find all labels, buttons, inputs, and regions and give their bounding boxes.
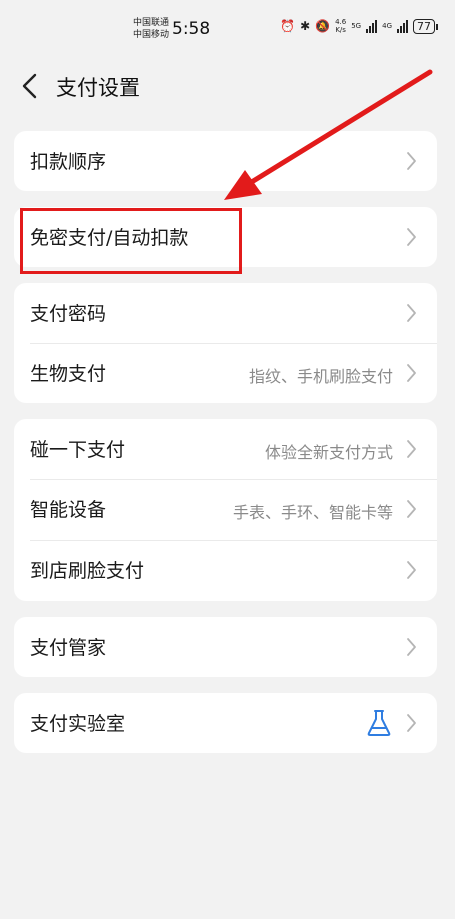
signal-icon	[366, 19, 378, 33]
alarm-icon: ⏰	[280, 19, 296, 33]
chevron-right-icon	[407, 714, 416, 732]
item-label: 扣款顺序	[30, 151, 107, 173]
payment-password-item[interactable]: 支付密码	[14, 283, 437, 343]
tap-to-pay-item[interactable]: 碰一下支付 体验全新支付方式	[14, 419, 437, 479]
chevron-right-icon	[407, 638, 416, 656]
bluetooth-icon: ✱	[300, 19, 311, 33]
network-5g: 5G	[351, 22, 362, 30]
signal-icon	[397, 19, 408, 33]
status-bar: 中国联通 中国移动 5:58 ⏰ ✱ 🔕 4.6 K/s 5G 4G 77	[0, 0, 455, 60]
item-label: 生物支付	[30, 363, 107, 385]
chevron-right-icon	[407, 440, 416, 458]
payment-butler-item[interactable]: 支付管家	[14, 617, 437, 677]
smart-devices-item[interactable]: 智能设备 手表、手环、智能卡等	[14, 479, 437, 540]
chevron-right-icon	[407, 561, 416, 579]
carrier-info: 中国联通 中国移动	[133, 17, 169, 41]
network-4g: 4G	[382, 22, 392, 30]
net-speed: 4.6 K/s	[335, 18, 347, 34]
status-time: 5:58	[172, 19, 211, 39]
carrier-2: 中国移动	[133, 30, 170, 40]
item-value: 指纹、手机刷脸支付	[248, 367, 393, 386]
settings-group: 支付管家	[14, 617, 437, 677]
carrier-1: 中国联通	[133, 18, 170, 28]
settings-group: 支付密码 生物支付 指纹、手机刷脸支付	[14, 283, 437, 403]
item-label: 支付管家	[30, 637, 107, 659]
chevron-right-icon	[407, 228, 416, 246]
item-label: 碰一下支付	[30, 439, 126, 461]
header: 支付设置	[0, 60, 455, 112]
item-value: 手表、手环、智能卡等	[232, 503, 393, 522]
settings-group: 碰一下支付 体验全新支付方式 智能设备 手表、手环、智能卡等 到店刷脸支付	[14, 419, 437, 601]
chevron-right-icon	[407, 152, 416, 170]
deduction-order-item[interactable]: 扣款顺序	[14, 131, 437, 191]
payment-lab-item[interactable]: 支付实验室	[14, 693, 437, 753]
item-label: 到店刷脸支付	[30, 560, 145, 582]
item-label: 智能设备	[30, 499, 107, 521]
settings-group: 支付实验室	[14, 693, 437, 753]
flask-icon	[367, 710, 391, 736]
item-value: 体验全新支付方式	[264, 443, 393, 462]
settings-group: 扣款顺序	[14, 131, 437, 191]
chevron-right-icon	[407, 364, 416, 382]
biometric-payment-item[interactable]: 生物支付 指纹、手机刷脸支付	[14, 343, 437, 403]
annotation-highlight-box	[20, 208, 242, 274]
in-store-face-pay-item[interactable]: 到店刷脸支付	[14, 540, 437, 601]
page-title: 支付设置	[56, 76, 140, 100]
back-icon[interactable]	[18, 72, 42, 100]
mute-icon: 🔕	[315, 19, 331, 33]
chevron-right-icon	[407, 500, 416, 518]
item-label: 支付密码	[30, 303, 107, 325]
item-label: 支付实验室	[30, 713, 126, 735]
status-icons: ⏰ ✱ 🔕 4.6 K/s 5G 4G 77	[280, 18, 438, 34]
chevron-right-icon	[407, 304, 416, 322]
battery-icon: 77	[413, 18, 438, 34]
